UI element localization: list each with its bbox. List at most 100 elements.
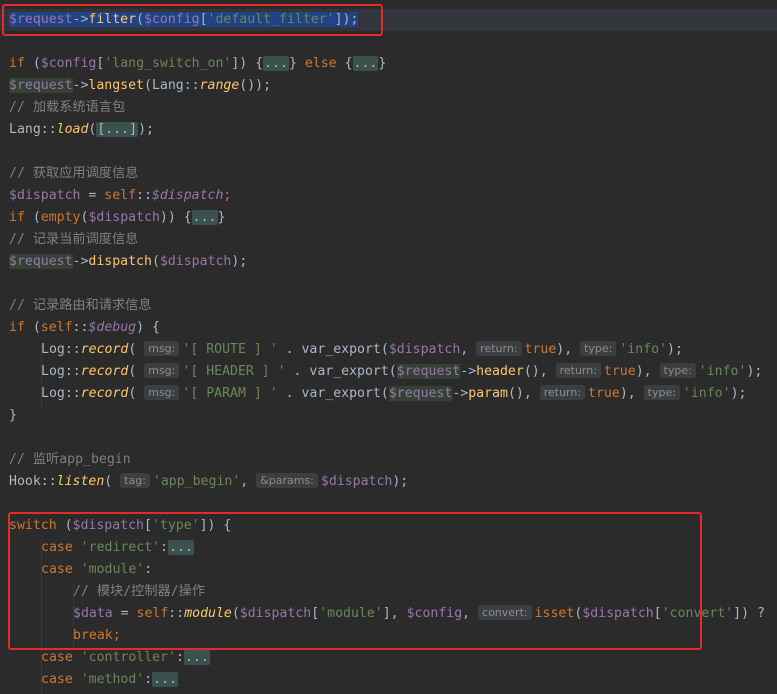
punct-token	[73, 672, 81, 687]
keyword-token: true	[524, 342, 557, 357]
code-line[interactable]: Hook::listen( tag:'app_begin', &params: $…	[9, 471, 408, 493]
punct-token: . var_export(	[277, 386, 389, 401]
code-line[interactable]: if ($config['lang_switch_on']) {...} els…	[9, 53, 386, 75]
class-token: Log::	[41, 364, 81, 379]
punct-token: ),	[556, 342, 581, 357]
highlight-box-switch	[8, 512, 702, 650]
code-line[interactable]: Lang::load([...]);	[9, 119, 154, 141]
comment-token: // 记录当前调度信息	[9, 232, 139, 247]
string-token: 'lang_switch_on'	[104, 56, 232, 71]
punct-token: {	[336, 56, 353, 71]
code-line[interactable]: // 获取应用调度信息	[9, 163, 138, 185]
parameter-hint: type:	[643, 385, 680, 400]
code-line[interactable]: $request->langset(Lang::range());	[9, 75, 271, 97]
punct-token: (	[24, 56, 41, 71]
fold-placeholder[interactable]: [...]	[96, 122, 139, 137]
code-line[interactable]: // 加载系统语言包	[9, 97, 125, 119]
parameter-hint: type:	[580, 341, 617, 356]
method-token: langset	[88, 78, 144, 93]
punct-token: (),	[507, 386, 540, 401]
parameter-hint: return:	[539, 385, 586, 400]
variable-token: $request	[9, 78, 73, 93]
punct-token: (	[128, 364, 145, 379]
keyword-token: empty	[40, 210, 81, 225]
keyword-token: self	[40, 320, 73, 335]
code-line[interactable]: case 'method':...	[41, 669, 179, 691]
punct-token: }	[9, 408, 17, 423]
code-line[interactable]: case 'controller':...	[41, 647, 210, 669]
class-token: Lang::	[9, 122, 57, 137]
parameter-hint: msg:	[144, 341, 180, 356]
class-token: Log::	[41, 386, 81, 401]
method-token: dispatch	[88, 254, 152, 269]
code-line[interactable]: if (empty($dispatch)) {...}	[9, 207, 225, 229]
fold-placeholder[interactable]: ...	[152, 672, 179, 687]
punct-token: );	[392, 474, 409, 489]
keyword-token: if	[9, 56, 25, 71]
punct-token: )) {	[159, 210, 192, 225]
string-token: 'info'	[698, 364, 747, 379]
punct-token: );	[730, 386, 747, 401]
code-line[interactable]: // 记录当前调度信息	[9, 229, 138, 251]
fold-placeholder[interactable]: ...	[352, 56, 379, 71]
variable-token: $request	[396, 364, 461, 379]
punct-token: ),	[635, 364, 660, 379]
keyword-token: if	[9, 210, 25, 225]
code-line[interactable]: $request->dispatch($dispatch);	[9, 251, 247, 273]
punct-token: ,	[460, 342, 477, 357]
punct-token	[73, 650, 81, 665]
variable-token: $dispatch	[159, 254, 232, 269]
method-token: param	[468, 386, 508, 401]
code-line[interactable]: // 监听app_begin	[9, 449, 131, 471]
code-editor[interactable]: $request->filter($config['default_filter…	[0, 0, 777, 694]
punct-token: ,	[240, 474, 257, 489]
parameter-hint: return:	[476, 341, 522, 356]
keyword-token: else	[304, 56, 337, 71]
class-token: Log::	[41, 342, 81, 357]
variable-token: $dispatch	[388, 342, 461, 357]
string-token: 'info'	[682, 386, 731, 401]
code-line[interactable]: Log::record( msg: '[ ROUTE ] ' . var_expo…	[41, 339, 683, 361]
string-token: '[ PARAM ] '	[182, 386, 278, 401]
fold-placeholder[interactable]: ...	[263, 56, 289, 71]
operator-token: =	[80, 188, 105, 203]
comment-token: // 监听app_begin	[9, 452, 131, 467]
code-line[interactable]: if (self::$debug) {	[9, 317, 160, 339]
variable-token: $request	[9, 254, 73, 269]
variable-token: $config	[40, 56, 97, 71]
punct-token: );	[667, 342, 683, 357]
fold-placeholder[interactable]: ...	[191, 210, 218, 225]
operator-token: ->	[72, 254, 89, 269]
punct-token: ) {	[136, 320, 160, 335]
code-line[interactable]: }	[9, 405, 17, 427]
parameter-hint: return:	[555, 363, 601, 378]
punct-token: (	[128, 342, 145, 357]
fold-placeholder[interactable]: ...	[183, 650, 210, 665]
punct-token: );	[231, 254, 248, 269]
keyword-token: self	[104, 188, 137, 203]
punct-token: ]) ?	[733, 606, 765, 621]
method-token: header	[476, 364, 524, 379]
punct-token: (	[24, 210, 41, 225]
string-token: '[ HEADER ] '	[182, 364, 286, 379]
punct-token: ::	[136, 188, 152, 203]
parameter-hint: msg:	[144, 363, 180, 378]
code-line[interactable]: // 记录路由和请求信息	[9, 295, 152, 317]
method-token: load	[56, 122, 89, 137]
operator-token: ->	[452, 386, 469, 401]
punct-token: ])	[231, 56, 248, 71]
code-line[interactable]: Log::record( msg: '[ HEADER ] ' . var_exp…	[41, 361, 762, 383]
class-token: Hook::	[9, 474, 57, 489]
comment-token: // 记录路由和请求信息	[9, 298, 152, 313]
punct-token: );	[138, 122, 154, 137]
method-token: range	[199, 78, 240, 93]
variable-token: $dispatch	[320, 474, 393, 489]
code-line[interactable]: Log::record( msg: '[ PARAM ] ' . var_expo…	[41, 383, 746, 405]
punct-token: (	[151, 254, 160, 269]
punct-token: (Lang::	[144, 78, 200, 93]
method-token: record	[80, 364, 129, 379]
keyword-token: case	[41, 672, 73, 687]
parameter-hint: msg:	[144, 385, 180, 400]
method-token: record	[80, 386, 129, 401]
code-line[interactable]: $dispatch = self::$dispatch;	[9, 185, 231, 207]
